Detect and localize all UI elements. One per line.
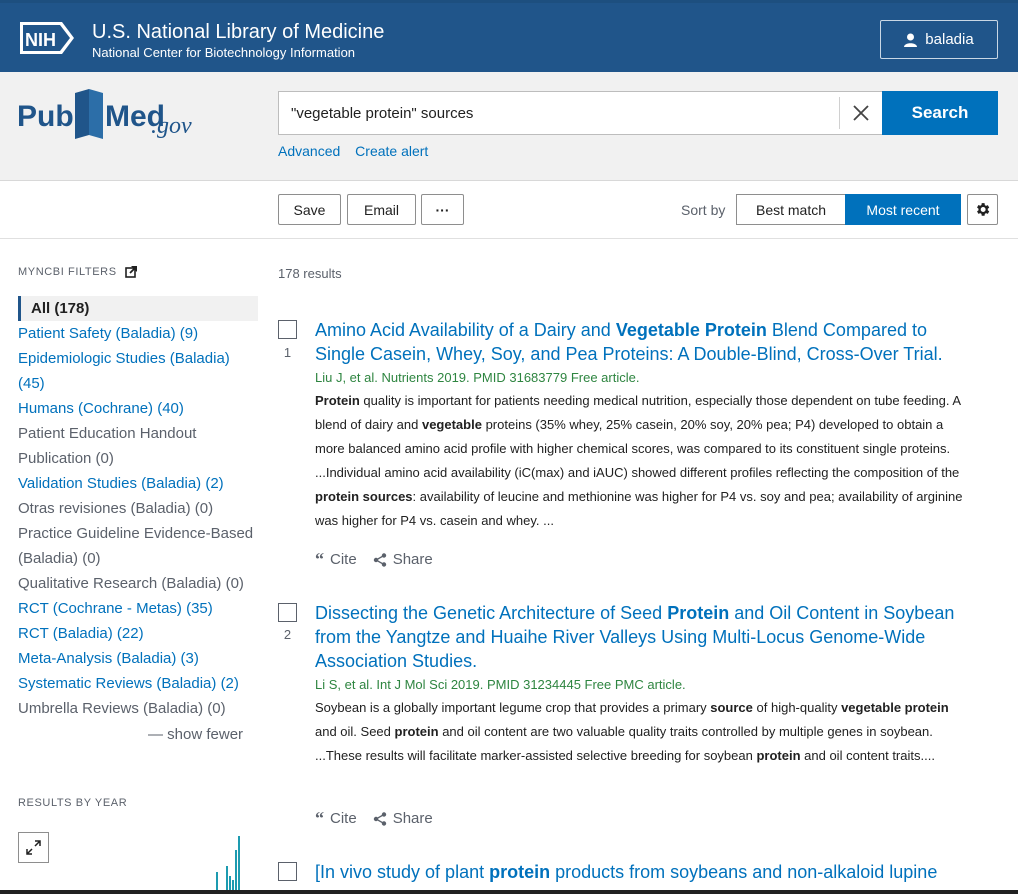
results-by-year-chart[interactable]	[200, 830, 260, 894]
user-icon	[904, 33, 918, 47]
filter-epidemiologic-studies[interactable]: Epidemiologic Studies (Baladia) (45)	[18, 346, 258, 396]
result-title-link[interactable]: Amino Acid Availability of a Dairy and V…	[315, 318, 965, 366]
external-link-icon[interactable]	[124, 265, 138, 278]
gear-icon	[977, 203, 990, 216]
logo-gov: .gov	[151, 113, 192, 139]
filter-humans[interactable]: Humans (Cochrane) (40)	[18, 396, 258, 421]
filter-validation-studies[interactable]: Validation Studies (Baladia) (2)	[18, 471, 258, 496]
sort-by-label: Sort by	[681, 202, 726, 218]
email-button[interactable]: Email	[347, 194, 416, 225]
filter-rct-cochrane[interactable]: RCT (Cochrane - Metas) (35)	[18, 596, 258, 621]
filter-rct-baladia[interactable]: RCT (Baladia) (22)	[18, 621, 258, 646]
nih-title[interactable]: U.S. National Library of Medicine	[92, 21, 384, 43]
results-by-year-heading: RESULTS BY YEAR	[18, 797, 128, 809]
quote-icon: “	[315, 549, 324, 569]
filters-title: MYNCBI FILTERS	[18, 265, 117, 278]
quote-icon: “	[315, 808, 324, 828]
close-icon	[853, 105, 869, 121]
result-citation: Liu J, et al. Nutrients 2019. PMID 31683…	[315, 370, 640, 385]
user-name: baladia	[925, 31, 974, 48]
result-number: 1	[283, 345, 292, 360]
result-checkbox[interactable]	[278, 603, 297, 622]
filter-systematic-reviews[interactable]: Systematic Reviews (Baladia) (2)	[18, 671, 258, 696]
share-button[interactable]: Share	[373, 808, 433, 829]
display-options-button[interactable]	[967, 194, 998, 225]
sort-best-match[interactable]: Best match	[736, 194, 845, 225]
year-bar	[238, 836, 240, 894]
show-fewer-label: show fewer	[167, 726, 244, 743]
results-toolbar: Save Email ··· Sort by Best match Most r…	[0, 181, 1018, 239]
sort-options: Best match Most recent	[736, 194, 961, 225]
more-actions-button[interactable]: ···	[421, 194, 464, 225]
nih-logo[interactable]: NIH	[18, 20, 76, 56]
search-button[interactable]: Search	[882, 91, 998, 135]
result-citation: Li S, et al. Int J Mol Sci 2019. PMID 31…	[315, 677, 686, 692]
result-abstract-snippet: Protein quality is important for patient…	[315, 393, 963, 528]
myncbi-filters-heading: MYNCBI FILTERS	[18, 265, 138, 278]
window-bottom-edge	[0, 890, 1018, 894]
user-account-button[interactable]: baladia	[880, 20, 998, 59]
filter-practice-guideline[interactable]: Practice Guideline Evidence-Based (Balad…	[18, 521, 258, 571]
year-bar	[235, 850, 237, 894]
search-region: Pub Med .gov Search Advanced Create aler…	[0, 72, 1018, 181]
create-alert-link[interactable]: Create alert	[355, 143, 428, 159]
search-links: Advanced Create alert	[278, 143, 439, 159]
minus-icon: —	[148, 726, 163, 743]
expand-icon	[26, 840, 41, 855]
result-checkbox[interactable]	[278, 862, 297, 881]
result-actions: “Cite Share	[315, 808, 433, 829]
filter-umbrella-reviews[interactable]: Umbrella Reviews (Baladia) (0)	[18, 696, 258, 721]
filter-otras-revisiones[interactable]: Otras revisiones (Baladia) (0)	[18, 496, 258, 521]
filter-patient-education-handout[interactable]: Patient Education Handout Publication (0…	[18, 421, 258, 471]
result-checkbox[interactable]	[278, 320, 297, 339]
result-abstract-snippet: Soybean is a globally important legume c…	[315, 700, 949, 763]
clear-search-button[interactable]	[839, 97, 882, 129]
filter-patient-safety[interactable]: Patient Safety (Baladia) (9)	[18, 321, 258, 346]
advanced-search-link[interactable]: Advanced	[278, 143, 340, 159]
result-title-link[interactable]: Dissecting the Genetic Architecture of S…	[315, 601, 965, 673]
save-button[interactable]: Save	[278, 194, 341, 225]
result-actions: “Cite Share	[315, 549, 433, 570]
share-button[interactable]: Share	[373, 549, 433, 570]
share-icon	[373, 552, 386, 567]
nih-banner: NIH U.S. National Library of Medicine Na…	[0, 0, 1018, 72]
result-title-link[interactable]: [In vivo study of plant protein products…	[315, 860, 965, 884]
search-box	[278, 91, 882, 135]
cite-button[interactable]: “Cite	[315, 549, 357, 570]
cite-button[interactable]: “Cite	[315, 808, 357, 829]
result-number: 2	[283, 627, 292, 642]
filter-qualitative-research[interactable]: Qualitative Research (Baladia) (0)	[18, 571, 258, 596]
filter-all[interactable]: All (178)	[18, 296, 258, 321]
expand-timeline-button[interactable]	[18, 832, 49, 863]
logo-pub: Pub	[17, 100, 74, 133]
sort-most-recent[interactable]: Most recent	[845, 194, 961, 225]
search-input[interactable]	[279, 92, 839, 134]
share-icon	[373, 811, 386, 826]
pubmed-logo[interactable]: Pub Med .gov	[17, 87, 199, 143]
filter-list: All (178) Patient Safety (Baladia) (9) E…	[18, 296, 258, 721]
nih-logo-text: NIH	[25, 30, 56, 50]
results-count: 178 results	[278, 266, 342, 281]
filter-meta-analysis[interactable]: Meta-Analysis (Baladia) (3)	[18, 646, 258, 671]
nih-subtitle: National Center for Biotechnology Inform…	[92, 45, 356, 60]
show-fewer-button[interactable]: — show fewer	[148, 726, 243, 743]
